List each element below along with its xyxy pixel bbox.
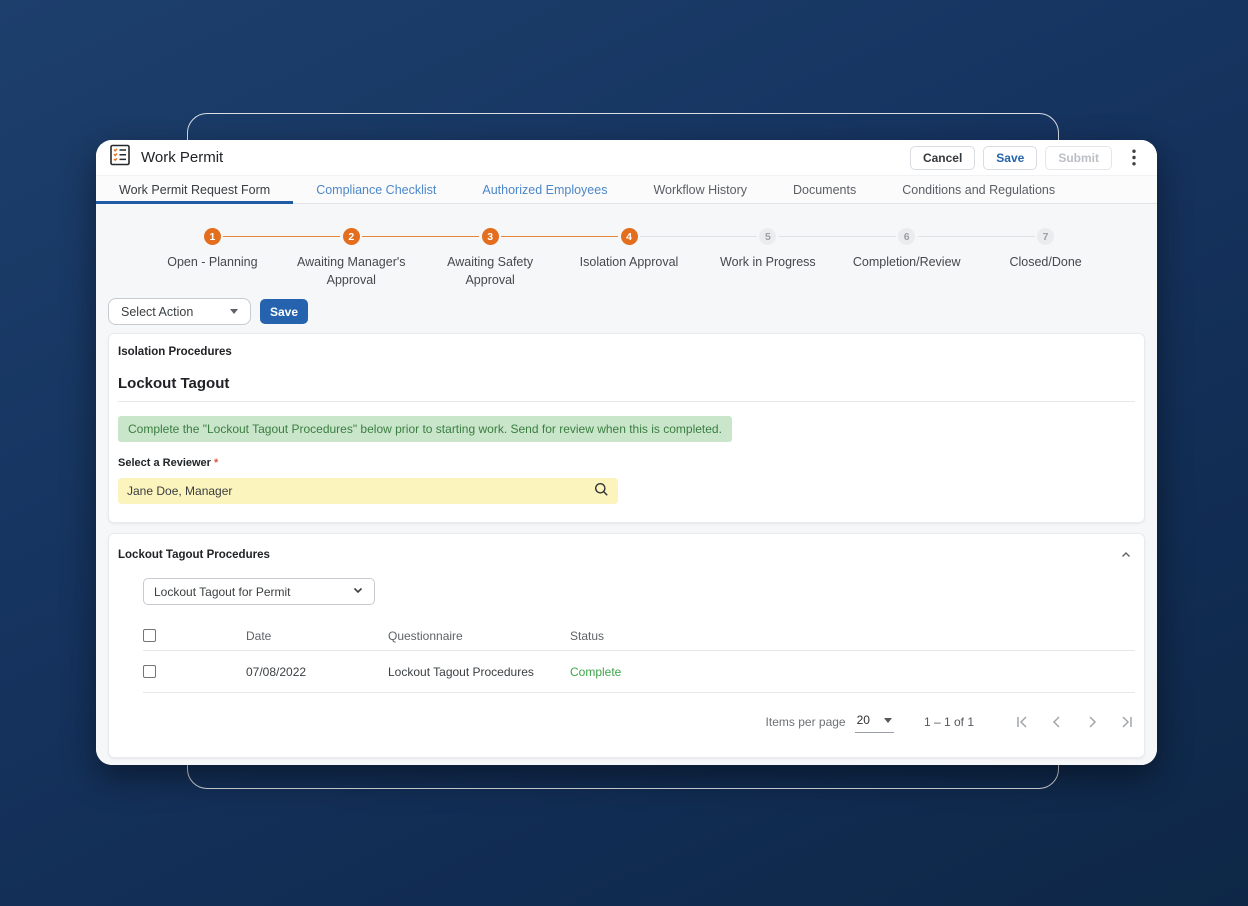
pagination-controls — [1014, 714, 1135, 730]
work-permit-modal: Work Permit Cancel Save Submit Work Perm… — [96, 140, 1157, 765]
action-save-button[interactable]: Save — [260, 299, 309, 325]
procedure-template-dropdown[interactable]: Lockout Tagout for Permit — [143, 578, 375, 606]
cell-questionnaire: Lockout Tagout Procedures — [388, 664, 534, 679]
lockout-tagout-procedures-card: Lockout Tagout Procedures Lockout Tagout… — [108, 533, 1145, 759]
procedures-section-title: Lockout Tagout Procedures — [118, 549, 270, 562]
tab-documents[interactable]: Documents — [770, 176, 879, 203]
next-page-icon[interactable] — [1084, 714, 1100, 730]
step-dot: 7 — [1037, 228, 1055, 245]
table-header-row: Date Questionnaire Status — [143, 621, 1135, 652]
cancel-button[interactable]: Cancel — [909, 145, 976, 170]
pagination-bar: Items per page 20 1 – 1 of 1 — [168, 711, 1135, 734]
cell-status-link[interactable]: Complete — [570, 665, 621, 679]
tab-authorized-employees[interactable]: Authorized Employees — [459, 176, 630, 203]
step-dot: 4 — [620, 228, 638, 245]
action-row: Select Action Save — [108, 298, 1145, 326]
modal-header: Work Permit Cancel Save Submit — [96, 140, 1157, 176]
tab-compliance-checklist[interactable]: Compliance Checklist — [293, 176, 459, 203]
stepper-step-7: 7 Closed/Done — [917, 228, 1115, 289]
procedures-table: Date Questionnaire Status 07/08/2022 Loc… — [143, 621, 1135, 734]
row-checkbox[interactable] — [143, 665, 156, 679]
required-asterisk: * — [214, 457, 219, 470]
last-page-icon[interactable] — [1119, 714, 1135, 730]
caret-down-icon — [230, 309, 238, 315]
table-row: 07/08/2022 Lockout Tagout Procedures Com… — [143, 651, 1135, 694]
select-action-value: Select Action — [121, 304, 194, 319]
procedure-template-value: Lockout Tagout for Permit — [154, 584, 291, 599]
stepper-step-2: 2 Awaiting Manager's Approval — [223, 228, 421, 289]
stepper-step-1: 1 Open - Planning — [143, 228, 282, 289]
stepper-step-5: 5 Work in Progress — [640, 228, 837, 289]
reviewer-search-input[interactable]: Jane Doe, Manager — [118, 478, 618, 505]
tab-bar: Work Permit Request Form Compliance Chec… — [96, 176, 1157, 204]
step-dot: 5 — [759, 228, 777, 245]
reviewer-value: Jane Doe, Manager — [127, 484, 233, 499]
isolation-procedures-card: Isolation Procedures Lockout Tagout Comp… — [108, 333, 1145, 524]
tab-conditions-and-regulations[interactable]: Conditions and Regulations — [879, 176, 1078, 203]
kebab-menu-icon[interactable] — [1124, 146, 1144, 170]
first-page-icon[interactable] — [1014, 714, 1030, 730]
items-per-page-label: Items per page — [765, 715, 846, 730]
step-dot: 6 — [898, 228, 916, 245]
items-per-page-select[interactable]: 20 — [854, 711, 894, 734]
tab-workflow-history[interactable]: Workflow History — [630, 176, 770, 203]
caret-down-icon — [883, 717, 892, 723]
header-actions: Cancel Save Submit — [909, 145, 1144, 170]
page-title: Work Permit — [141, 149, 224, 166]
stepper-step-4: 4 Isolation Approval — [501, 228, 699, 289]
submit-button[interactable]: Submit — [1045, 145, 1112, 170]
column-header-status: Status — [570, 628, 605, 643]
column-header-date: Date — [246, 628, 272, 643]
stepper-step-3: 3 Awaiting Safety Approval — [362, 228, 560, 289]
chevron-down-icon — [352, 584, 364, 599]
column-header-questionnaire: Questionnaire — [388, 628, 463, 643]
step-label: Isolation Approval — [579, 255, 679, 269]
chevron-up-icon[interactable] — [1117, 546, 1135, 564]
search-icon[interactable] — [594, 482, 609, 500]
step-dot: 2 — [342, 228, 360, 245]
step-label: Awaiting Manager's Approval — [297, 255, 406, 288]
modal-body: 1 Open - Planning 2 Awaiting Manager's A… — [96, 204, 1157, 765]
step-label: Work in Progress — [720, 255, 816, 269]
lockout-tagout-heading: Lockout Tagout — [118, 375, 230, 393]
step-dot: 1 — [203, 228, 221, 245]
step-label: Completion/Review — [852, 255, 961, 269]
completion-notice-banner: Complete the "Lockout Tagout Procedures"… — [118, 416, 732, 443]
select-all-checkbox[interactable] — [143, 629, 156, 643]
step-dot: 3 — [481, 228, 499, 245]
previous-page-icon[interactable] — [1049, 714, 1065, 730]
tab-work-permit-request-form[interactable]: Work Permit Request Form — [96, 176, 294, 204]
select-action-dropdown[interactable]: Select Action — [108, 298, 251, 326]
pagination-range: 1 – 1 of 1 — [923, 715, 974, 730]
items-per-page-value: 20 — [856, 713, 870, 728]
procedures-card-header: Lockout Tagout Procedures — [118, 546, 1135, 564]
save-button[interactable]: Save — [983, 145, 1038, 170]
workflow-stepper: 1 Open - Planning 2 Awaiting Manager's A… — [143, 228, 1115, 289]
work-permit-checklist-icon — [109, 144, 131, 171]
reviewer-field-label: Select a Reviewer * — [118, 457, 219, 470]
stepper-step-6: 6 Completion/Review — [778, 228, 976, 289]
step-label: Closed/Done — [1009, 255, 1082, 269]
isolation-section-title: Isolation Procedures — [118, 346, 232, 359]
step-label: Awaiting Safety Approval — [447, 255, 534, 288]
step-label: Open - Planning — [167, 255, 258, 269]
cell-date: 07/08/2022 — [246, 664, 307, 679]
